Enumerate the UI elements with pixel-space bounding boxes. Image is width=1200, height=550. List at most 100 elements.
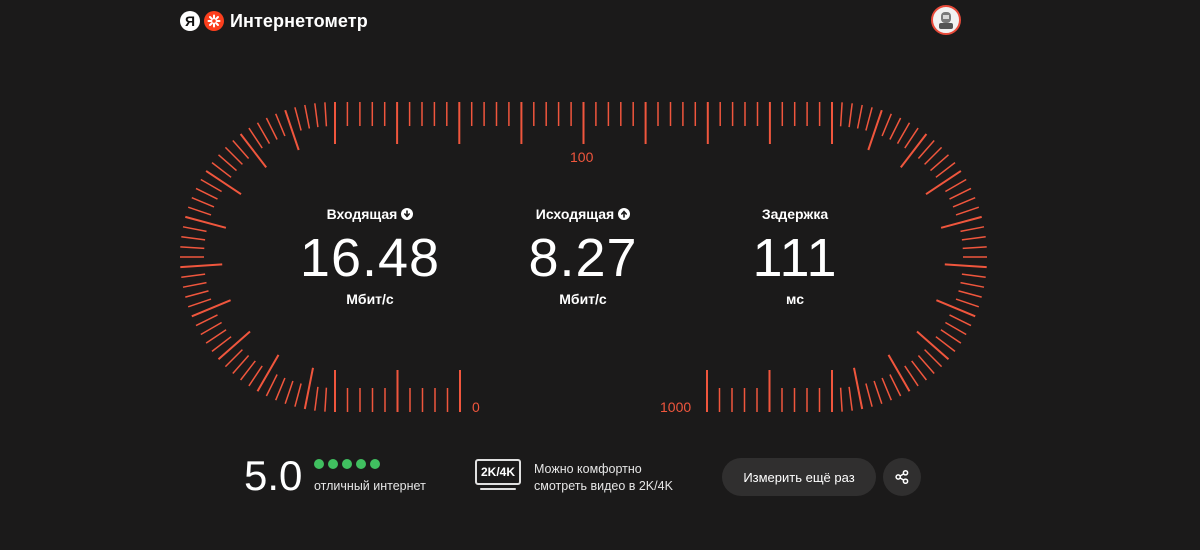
video-quality-text: Можно комфортно смотреть видео в 2K/4K	[534, 461, 673, 495]
latency-metric: Задержка 111 мс	[685, 203, 905, 307]
rating-label: отличный интернет	[314, 479, 426, 493]
rating-star	[356, 459, 366, 469]
arrow-up-icon	[618, 208, 631, 220]
gauge-tick	[187, 206, 212, 216]
gauge-tick	[952, 197, 976, 208]
gauge-tick	[195, 314, 218, 327]
gauge-tick	[294, 383, 302, 407]
download-metric: Входящая 16.48 Мбит/с	[260, 203, 480, 307]
gauge-tick	[940, 215, 982, 229]
gauge-tick	[949, 187, 972, 200]
gauge-tick	[232, 355, 250, 374]
scale-label-top: 100	[570, 149, 594, 165]
scale-label-max: 1000	[660, 399, 692, 415]
gauge-tick	[916, 330, 950, 360]
page: Я Интернетометр 100 0 1000 Входящая 16.4…	[0, 0, 1200, 550]
video-quality-icon: 2K/4K	[475, 459, 521, 485]
gauge-tick	[856, 104, 863, 129]
gauge-tick	[256, 354, 280, 392]
gauge-tick	[896, 122, 911, 144]
gauge-tick	[958, 290, 982, 298]
gauge-tick	[217, 330, 251, 360]
gauge-tick	[180, 246, 205, 250]
gauge-tick	[889, 117, 902, 140]
rating-star	[342, 459, 352, 469]
rating-star	[328, 459, 338, 469]
gauge-tick	[881, 113, 892, 137]
gauge-tick	[944, 263, 987, 269]
gauge-tick	[853, 367, 864, 410]
upload-unit: Мбит/с	[559, 291, 607, 307]
download-title: Входящая	[260, 203, 480, 225]
gauge-tick	[945, 178, 967, 193]
gauge-tick	[218, 154, 237, 172]
upload-title: Исходящая	[473, 203, 693, 225]
retry-button[interactable]: Измерить ещё раз	[722, 458, 876, 496]
gauge-tick	[935, 162, 956, 178]
download-unit: Мбит/с	[346, 291, 394, 307]
gauge-tick	[314, 103, 319, 128]
gauge-tick	[232, 140, 250, 159]
gauge-tick	[240, 360, 256, 381]
upload-label: Исходящая	[535, 206, 615, 222]
gauge-tick	[904, 365, 919, 387]
gauge-tick	[248, 127, 263, 149]
gauge-tick	[940, 329, 962, 344]
gauge-tick	[180, 263, 223, 269]
gauge-tick	[848, 103, 853, 128]
download-value: 16.48	[299, 228, 441, 288]
gauge-tick	[900, 133, 928, 169]
gauge-tick	[865, 383, 873, 407]
gauge-tick	[887, 354, 911, 392]
gauge-tick	[211, 162, 232, 178]
gauge-tick	[961, 273, 986, 278]
video-quality-badge-text: 2K/4K	[480, 465, 515, 479]
gauge-tick	[182, 281, 207, 288]
latency-value: 111	[752, 228, 838, 288]
video-text-line-1: Можно комфортно	[534, 462, 642, 476]
gauge-tick	[949, 314, 972, 327]
gauge-tick	[960, 226, 985, 233]
video-text-line-2: смотреть видео в 2K/4K	[534, 479, 673, 493]
gauge-tick	[265, 117, 278, 140]
gauge-tick	[205, 170, 242, 196]
gauge-tick	[239, 133, 267, 169]
gauge-tick	[248, 365, 263, 387]
gauge-tick	[275, 377, 286, 401]
gauge-tick	[314, 386, 319, 411]
gauge-tick	[839, 102, 843, 127]
gauge-tick	[185, 290, 209, 298]
arrow-down-icon	[401, 208, 414, 220]
gauge-tick	[848, 386, 853, 411]
gauge-tick	[324, 102, 328, 127]
share-button[interactable]	[883, 458, 921, 496]
rating-stars	[314, 459, 380, 469]
gauge-tick	[182, 226, 207, 233]
gauge-tick	[955, 206, 980, 216]
gauge-tick	[294, 107, 302, 131]
gauge-tick	[904, 127, 919, 149]
video-badge-stand	[480, 488, 516, 490]
gauge-tick	[200, 178, 222, 193]
gauge-tick	[284, 380, 294, 405]
gauge-tick	[185, 215, 227, 229]
gauge-tick	[865, 107, 873, 131]
gauge-tick	[889, 374, 902, 397]
gauge-tick	[924, 146, 943, 165]
rating-star	[370, 459, 380, 469]
gauge-tick	[961, 236, 986, 241]
gauge-tick	[200, 321, 222, 336]
gauge-tick	[911, 360, 927, 381]
latency-label: Задержка	[761, 206, 829, 222]
share-icon	[895, 469, 909, 485]
gauge-tick	[304, 104, 311, 129]
gauge-tick	[205, 329, 227, 344]
gauge-tick	[917, 140, 935, 159]
gauge-tick	[211, 336, 232, 352]
gauge-tick	[839, 387, 843, 412]
latency-unit: мс	[786, 291, 804, 307]
gauge-tick	[195, 187, 218, 200]
gauge-tick	[181, 236, 206, 241]
gauge-tick	[962, 246, 987, 250]
rating-star	[314, 459, 324, 469]
